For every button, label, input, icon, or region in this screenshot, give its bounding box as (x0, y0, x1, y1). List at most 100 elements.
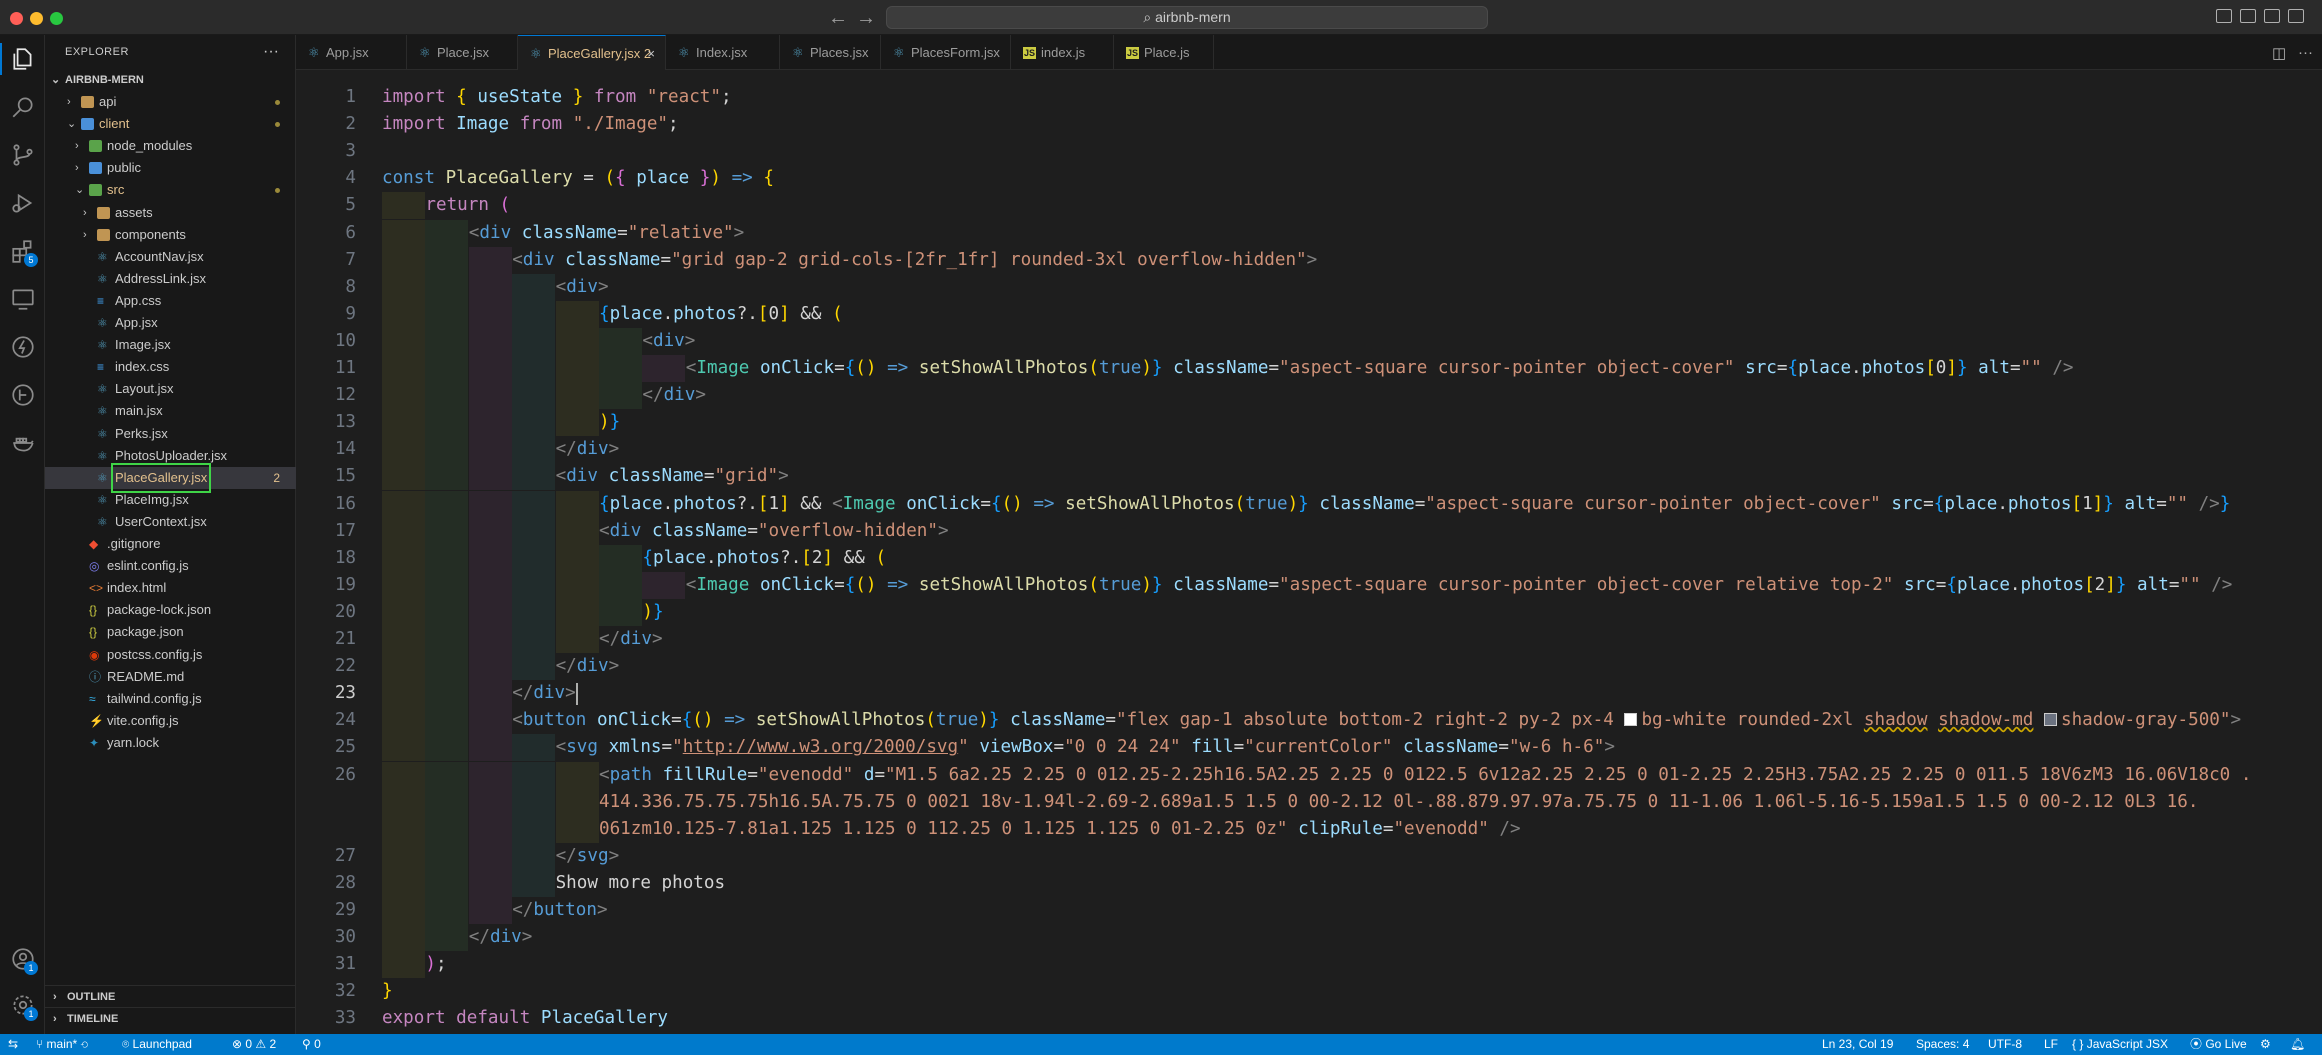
tree-item[interactable]: › node_modules (45, 135, 296, 157)
tree-item[interactable]: ⚛ UserContext.jsx (45, 511, 296, 533)
tree-item[interactable]: ⚛ PlaceGallery.jsx 2 (45, 462, 296, 493)
tree-item[interactable]: {} package.json (45, 621, 296, 643)
tree-item[interactable]: ◆ .gitignore (45, 533, 296, 555)
close-window-button[interactable] (10, 12, 23, 25)
tree-item[interactable]: ⚛ PlaceImg.jsx (45, 489, 296, 511)
editor-tab[interactable]: JS Place.js (1114, 35, 1214, 70)
tree-item[interactable]: ≈ tailwind.config.js (45, 688, 296, 710)
folder-icon (97, 206, 110, 219)
docker-icon[interactable] (0, 423, 45, 463)
back-arrow-icon[interactable]: ← (828, 7, 848, 30)
editor-tab[interactable]: ⚛ Place.jsx (407, 35, 518, 70)
remote-indicator-icon[interactable]: ⇆ (8, 1034, 18, 1055)
tree-item[interactable]: ⚡ vite.config.js (45, 710, 296, 732)
tree-item[interactable]: ≡ index.css (45, 356, 296, 378)
toggle-secondary-sidebar-icon[interactable] (2264, 9, 2280, 23)
more-actions-icon[interactable]: ··· (263, 35, 279, 69)
tree-item[interactable]: › assets (45, 202, 296, 224)
ports-indicator[interactable]: ⚲ 0 (302, 1034, 321, 1055)
language-mode[interactable]: { } JavaScript JSX (2072, 1034, 2168, 1055)
indent-guide (425, 788, 469, 816)
tree-item[interactable]: ◎ eslint.config.js (45, 555, 296, 577)
tree-item[interactable]: <> index.html (45, 577, 296, 599)
indent-guide (555, 355, 599, 383)
toggle-panel-icon[interactable] (2240, 9, 2256, 23)
tree-item-label: Image.jsx (115, 337, 171, 353)
end-of-line[interactable]: LF (2044, 1034, 2058, 1055)
editor-tab[interactable]: ⚛ PlaceGallery.jsx 2 × (518, 35, 666, 70)
encoding[interactable]: UTF-8 (1988, 1034, 2022, 1055)
git-graph-icon[interactable] (0, 375, 45, 415)
code-line: <div> (642, 330, 696, 351)
workspace-root[interactable]: ⌄ AIRBNB-MERN (45, 69, 296, 91)
tree-item[interactable]: ⚛ Perks.jsx (45, 423, 296, 445)
indent-guide (468, 598, 512, 626)
branch-indicator[interactable]: ⑂ main* ⟲ (36, 1034, 88, 1055)
tree-item[interactable]: {} package-lock.json (45, 599, 296, 621)
cursor-position[interactable]: Ln 23, Col 19 (1822, 1034, 1893, 1055)
code-line: import Image from "./Image"; (382, 114, 679, 135)
customize-layout-icon[interactable] (2288, 9, 2304, 23)
problems-indicator[interactable]: ⊗ 0 ⚠ 2 (232, 1034, 276, 1055)
editor-tab[interactable]: JS index.js (1011, 35, 1114, 70)
indentation[interactable]: Spaces: 4 (1916, 1034, 1969, 1055)
tree-item-label: AccountNav.jsx (115, 248, 204, 264)
status-bar: ⇆ ⑂ main* ⟲ ⌾ Launchpad ⊗ 0 ⚠ 2 ⚲ 0 Ln 2… (0, 1034, 2322, 1055)
settings-gear-icon[interactable]: 1 (0, 985, 45, 1025)
command-center-search[interactable]: ⌕ airbnb-mern (886, 6, 1488, 29)
extensions-icon[interactable]: 5 (0, 231, 45, 271)
copilot-icon[interactable]: ⚙ (2260, 1034, 2271, 1055)
tree-item[interactable]: ⚛ main.jsx (45, 400, 296, 422)
indent-guide (512, 869, 556, 897)
tree-item[interactable]: ⓘ README.md (45, 666, 296, 688)
editor-tab[interactable]: ⚛ App.jsx (296, 35, 407, 70)
code-line: </div> (599, 629, 663, 649)
maximize-window-button[interactable] (50, 12, 63, 25)
code-line: const PlaceGallery = ({ place }) => { (382, 168, 774, 189)
remote-explorer-icon[interactable] (0, 279, 45, 319)
more-actions-icon[interactable]: ··· (2298, 44, 2313, 61)
tree-item[interactable]: ⚛ Image.jsx (45, 334, 296, 356)
run-debug-icon[interactable] (0, 183, 45, 223)
yarn-file-icon: ✦ (89, 735, 100, 750)
line-number: 2 (345, 114, 356, 135)
notifications-bell-icon[interactable]: 🔔︎ (2290, 1034, 2305, 1055)
explorer-icon[interactable] (0, 39, 45, 79)
split-editor-icon[interactable]: ◫ (2272, 44, 2286, 62)
outline-section[interactable]: › OUTLINE (45, 985, 296, 1007)
indent-guide (382, 192, 425, 220)
tree-item[interactable]: ✦ yarn.lock (45, 732, 296, 754)
tree-item[interactable]: ⌄ src (45, 179, 296, 201)
css-file-icon: ≡ (97, 360, 105, 375)
search-view-icon[interactable] (0, 87, 45, 127)
tree-item[interactable]: › public (45, 157, 296, 179)
editor-tab[interactable]: ⚛ PlacesForm.jsx (881, 35, 1011, 70)
minimize-window-button[interactable] (30, 12, 43, 25)
tree-item[interactable]: ⚛ PhotosUploader.jsx (45, 445, 296, 467)
code-editor[interactable]: 1 import { useState } from "react"; 2 impor… (296, 70, 2322, 1034)
editor-tab[interactable]: ⚛ Places.jsx (780, 35, 881, 70)
indent-guide (425, 300, 469, 328)
indent-guide (555, 490, 599, 518)
tree-item[interactable]: ⚛ Layout.jsx (45, 378, 296, 400)
source-control-icon[interactable] (0, 135, 45, 175)
forward-arrow-icon[interactable]: → (856, 7, 876, 30)
tree-item[interactable]: ⚛ App.jsx (45, 312, 296, 334)
launchpad-button[interactable]: ⌾ Launchpad (122, 1034, 192, 1055)
tree-item[interactable]: › api (45, 91, 296, 113)
line-number: 15 (334, 466, 356, 487)
toggle-primary-sidebar-icon[interactable] (2216, 9, 2232, 23)
tree-item[interactable]: › components (45, 224, 296, 246)
tree-item[interactable]: ⚛ AddressLink.jsx (45, 268, 296, 290)
accounts-icon[interactable]: 1 (0, 939, 45, 979)
timeline-section[interactable]: › TIMELINE (45, 1007, 296, 1029)
go-live-button[interactable]: ⦿ Go Live (2190, 1034, 2247, 1055)
thunder-client-icon[interactable] (0, 327, 45, 367)
tree-item[interactable]: ⚛ AccountNav.jsx (45, 246, 296, 268)
editor-tab[interactable]: ⚛ Index.jsx (666, 35, 780, 70)
tree-item[interactable]: ⌄ client (45, 113, 296, 135)
tree-item[interactable]: ◉ postcss.config.js (45, 644, 296, 666)
close-tab-icon[interactable]: × (647, 36, 655, 71)
tree-item-label: public (107, 160, 141, 176)
tree-item[interactable]: ≡ App.css (45, 290, 296, 312)
